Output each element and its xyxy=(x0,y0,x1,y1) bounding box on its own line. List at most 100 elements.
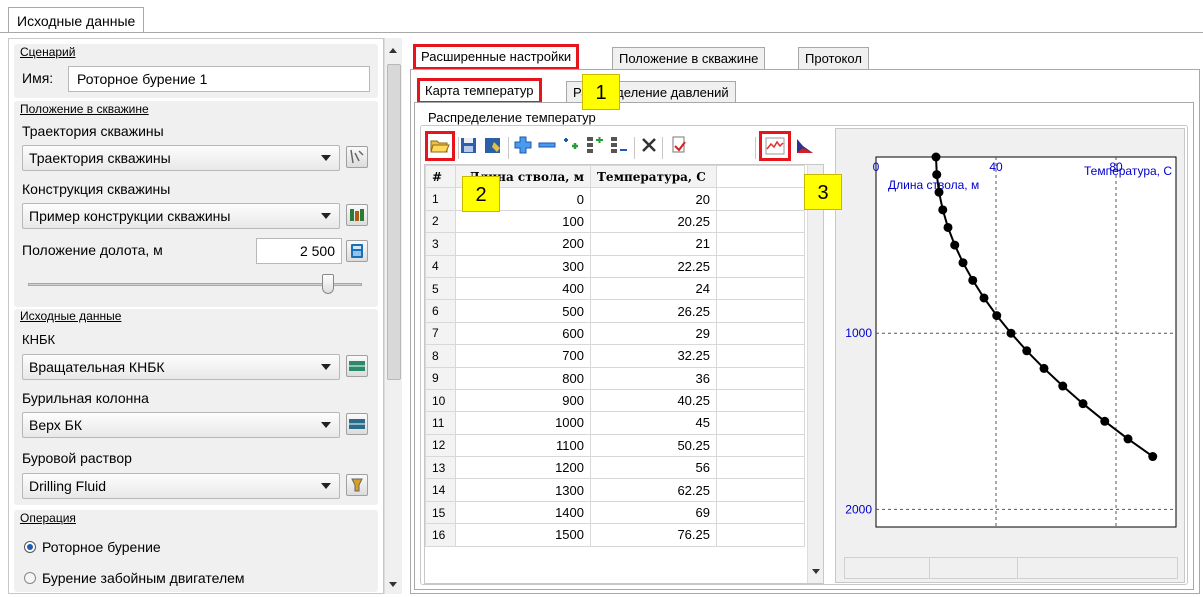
row-temperature[interactable]: 76.25 xyxy=(590,523,717,547)
row-temperature[interactable]: 36 xyxy=(590,366,717,390)
row-index[interactable]: 12 xyxy=(425,433,456,458)
scroll-thumb[interactable] xyxy=(387,64,401,380)
row-length[interactable]: 300 xyxy=(455,254,591,278)
operation-radio-motor[interactable]: Бурение забойным двигателем xyxy=(22,569,362,589)
save-as-button[interactable] xyxy=(482,134,504,156)
row-temperature[interactable]: 50.25 xyxy=(590,433,717,458)
row-index[interactable]: 6 xyxy=(425,299,456,323)
row-index[interactable]: 11 xyxy=(425,411,456,435)
insert-above-button[interactable] xyxy=(584,134,606,156)
row-temperature[interactable]: 69 xyxy=(590,500,717,525)
row-index[interactable]: 8 xyxy=(425,344,456,368)
table-row[interactable]: 10 900 40.25 xyxy=(425,388,805,413)
row-temperature[interactable]: 22.25 xyxy=(590,254,717,278)
table-row[interactable]: 13 1200 56 xyxy=(425,456,805,480)
table-row[interactable]: 11 1000 45 xyxy=(425,411,805,435)
fluid-select[interactable]: Drilling Fluid xyxy=(22,473,340,499)
row-temperature[interactable]: 56 xyxy=(590,456,717,480)
trajectory-select[interactable]: Траектория скважины xyxy=(22,145,340,171)
row-temperature[interactable]: 45 xyxy=(590,411,717,435)
row-length[interactable]: 400 xyxy=(455,276,591,301)
tab-well-position[interactable]: Положение в скважине xyxy=(612,47,766,69)
row-temperature[interactable]: 29 xyxy=(590,321,717,346)
left-scrollbar[interactable] xyxy=(384,38,402,594)
row-temperature[interactable]: 20.25 xyxy=(590,209,717,234)
fluid-button[interactable] xyxy=(346,474,368,496)
table-row[interactable]: 3 200 21 xyxy=(425,232,805,256)
table-row[interactable]: 9 800 36 xyxy=(425,366,805,390)
row-length[interactable]: 1400 xyxy=(455,500,591,525)
table-row[interactable]: 5 400 24 xyxy=(425,276,805,301)
show-chart-button[interactable] xyxy=(759,131,791,161)
row-index[interactable]: 14 xyxy=(425,478,456,502)
open-file-button[interactable] xyxy=(425,131,455,161)
row-length[interactable]: 200 xyxy=(455,232,591,256)
construction-select[interactable]: Пример конструкции скважины xyxy=(22,203,340,229)
export-button[interactable] xyxy=(668,134,690,156)
row-index[interactable]: 1 xyxy=(425,187,456,211)
row-temperature[interactable]: 20 xyxy=(590,187,717,211)
row-temperature[interactable]: 40.25 xyxy=(590,388,717,413)
insert-below-button[interactable] xyxy=(608,134,630,156)
scroll-up-icon[interactable] xyxy=(389,48,397,53)
scenario-name-input[interactable]: Роторное бурение 1 xyxy=(68,66,370,92)
table-row[interactable]: 7 600 29 xyxy=(425,321,805,346)
row-length[interactable]: 1000 xyxy=(455,411,591,435)
row-length[interactable]: 100 xyxy=(455,209,591,234)
row-temperature[interactable]: 21 xyxy=(590,232,717,256)
row-temperature[interactable]: 62.25 xyxy=(590,478,717,502)
delete-button[interactable] xyxy=(638,134,660,156)
operation-radio-rotary[interactable]: Роторное бурение xyxy=(22,538,322,558)
bha-select[interactable]: Вращательная КНБК xyxy=(22,354,340,380)
table-scrollbar[interactable] xyxy=(807,165,823,583)
insert-rows-button[interactable] xyxy=(560,134,582,156)
tab-advanced-settings[interactable]: Расширенные настройки xyxy=(412,44,580,70)
string-button[interactable] xyxy=(346,413,368,435)
bit-position-slider[interactable] xyxy=(28,274,362,296)
row-length[interactable]: 1100 xyxy=(455,433,591,458)
add-row-button[interactable] xyxy=(512,134,534,156)
table-row[interactable]: 4 300 22.25 xyxy=(425,254,805,278)
subtab-temperature-map[interactable]: Карта температур xyxy=(417,78,542,104)
table-row[interactable]: 8 700 32.25 xyxy=(425,344,805,368)
bha-button[interactable] xyxy=(346,355,368,377)
row-index[interactable]: 5 xyxy=(425,276,456,301)
row-index[interactable]: 13 xyxy=(425,456,456,480)
row-index[interactable]: 4 xyxy=(425,254,456,278)
row-index[interactable]: 15 xyxy=(425,500,456,525)
area-chart-button[interactable] xyxy=(794,134,816,156)
row-temperature[interactable]: 32.25 xyxy=(590,344,717,368)
scroll-down-icon[interactable] xyxy=(389,582,397,587)
row-index[interactable]: 16 xyxy=(425,523,456,547)
row-index[interactable]: 7 xyxy=(425,321,456,346)
save-button[interactable] xyxy=(458,134,480,156)
construction-button[interactable] xyxy=(346,204,368,226)
row-index[interactable]: 10 xyxy=(425,388,456,413)
calculator-button[interactable] xyxy=(346,240,368,262)
scroll-down-icon[interactable] xyxy=(812,569,820,574)
table-row[interactable]: 15 1400 69 xyxy=(425,500,805,525)
row-temperature[interactable]: 26.25 xyxy=(590,299,717,323)
slider-handle[interactable] xyxy=(322,274,334,294)
row-temperature[interactable]: 24 xyxy=(590,276,717,301)
table-row[interactable]: 16 1500 76.25 xyxy=(425,523,805,547)
row-index[interactable]: 3 xyxy=(425,232,456,256)
row-length[interactable]: 1300 xyxy=(455,478,591,502)
row-length[interactable]: 500 xyxy=(455,299,591,323)
string-select[interactable]: Верх БК xyxy=(22,412,340,438)
bit-position-input[interactable]: 2 500 xyxy=(256,238,342,264)
row-length[interactable]: 700 xyxy=(455,344,591,368)
table-row[interactable]: 14 1300 62.25 xyxy=(425,478,805,502)
row-length[interactable]: 1200 xyxy=(455,456,591,480)
table-row[interactable]: 2 100 20.25 xyxy=(425,209,805,234)
row-length[interactable]: 600 xyxy=(455,321,591,346)
row-index[interactable]: 2 xyxy=(425,209,456,234)
row-length[interactable]: 1500 xyxy=(455,523,591,547)
row-length[interactable]: 800 xyxy=(455,366,591,390)
remove-row-button[interactable] xyxy=(536,134,558,156)
tab-protocol[interactable]: Протокол xyxy=(798,47,869,69)
row-length[interactable]: 900 xyxy=(455,388,591,413)
table-row[interactable]: 12 1100 50.25 xyxy=(425,433,805,458)
trajectory-chart-button[interactable] xyxy=(346,146,368,168)
tab-source-data[interactable]: Исходные данные xyxy=(8,7,145,33)
